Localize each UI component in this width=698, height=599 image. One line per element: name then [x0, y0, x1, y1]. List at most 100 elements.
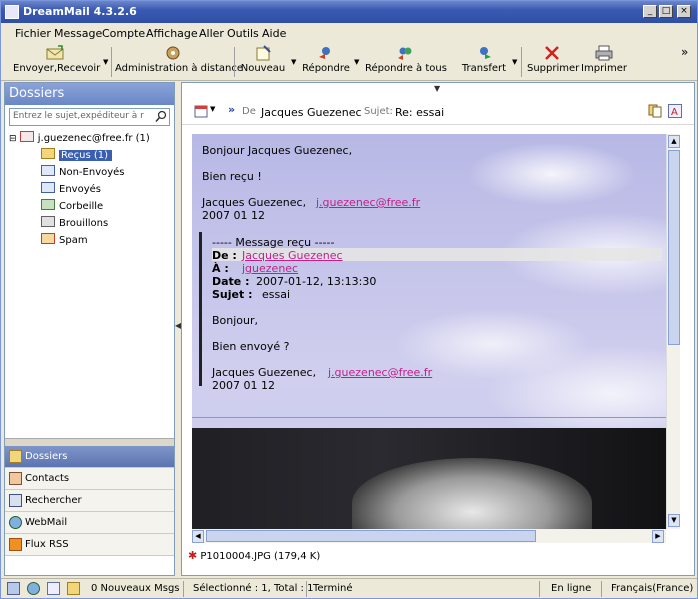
send-receive-icon [46, 45, 64, 60]
reply-all-icon [398, 47, 412, 60]
folders-panel: Dossiers Entrez le sujet,expéditeur à r … [4, 82, 175, 576]
new-message-icon [256, 45, 271, 61]
folder-trash[interactable]: Corbeille [41, 199, 103, 212]
scroll-left-button[interactable]: ◀ [192, 530, 204, 543]
menu-affichage[interactable]: Affichage [146, 27, 198, 40]
forward-dropdown[interactable]: ▼ [512, 58, 517, 66]
toolbar-separator [521, 47, 522, 77]
print-button[interactable]: Imprimer [581, 45, 627, 79]
menu-fichier[interactable]: Fichier [15, 27, 51, 40]
folder-icon [9, 450, 22, 463]
nav-search[interactable]: Rechercher [5, 490, 174, 512]
panel-splitter[interactable] [5, 438, 174, 446]
task-status: Terminé [313, 583, 353, 594]
folder-unsent[interactable]: Non-Envoyés [41, 165, 125, 178]
vertical-scroll-thumb[interactable] [668, 150, 680, 345]
reply-all-button[interactable]: Répondre à tous [365, 45, 447, 79]
message-divider [192, 417, 666, 418]
nav-folders[interactable]: Dossiers [5, 446, 174, 468]
new-message-dropdown[interactable]: ▼ [291, 58, 296, 66]
signature-name: Jacques Guezenec, [202, 196, 307, 209]
message-body: Bonjour Jacques Guezenec, Bien reçu ! Ja… [192, 134, 666, 539]
toolbar-overflow-button[interactable]: » [681, 45, 688, 59]
note-icon[interactable] [67, 582, 80, 595]
nav-webmail[interactable]: WebMail [5, 512, 174, 534]
quote-date: 2007-01-12, 13:13:30 [256, 275, 377, 288]
folder-inbox[interactable]: Reçus (1) [41, 148, 113, 161]
unsent-folder-icon [41, 165, 55, 176]
folder-drafts[interactable]: Brouillons [41, 216, 108, 229]
folder-search-input[interactable]: Entrez le sujet,expéditeur à r [9, 108, 170, 126]
embedded-photo[interactable] [192, 428, 666, 539]
from-label: De [242, 106, 256, 117]
remote-admin-button[interactable]: Administration à distance [115, 45, 243, 79]
folder-search-placeholder: Entrez le sujet,expéditeur à r [13, 111, 144, 121]
status-separator [601, 581, 602, 597]
reply-button[interactable]: Répondre [301, 45, 351, 79]
quote-subject: essai [262, 288, 291, 301]
send-receive-button[interactable]: Envoyer,Recevoir [13, 45, 100, 79]
signature-email-link[interactable]: j.guezenec@free.fr [316, 196, 420, 209]
selection-status: Sélectionné : 1, Total : 1 [193, 583, 314, 594]
menu-outils[interactable]: Outils [227, 27, 259, 40]
subject-value: Re: essai [395, 106, 445, 119]
maximize-button[interactable]: □ [659, 5, 673, 18]
scroll-down-button[interactable]: ▼ [668, 514, 680, 527]
svg-text:A: A [671, 107, 678, 118]
trash-icon [41, 199, 55, 210]
quote-greeting: Bonjour, [212, 314, 259, 327]
folder-spam[interactable]: Spam [41, 233, 88, 246]
subject-label: Sujet: [364, 106, 393, 117]
status-separator [183, 581, 184, 597]
inbox-folder-icon [41, 148, 55, 159]
globe-icon[interactable] [27, 582, 40, 595]
nav-contacts[interactable]: Contacts [5, 468, 174, 490]
collapse-toggle-icon[interactable]: ⊟ [9, 134, 17, 144]
scroll-right-button[interactable]: ▶ [652, 530, 664, 543]
font-icon[interactable] [47, 582, 60, 595]
quote-signature-email-link[interactable]: j.guezenec@free.fr [328, 366, 432, 379]
toolbar-separator [234, 47, 235, 77]
horizontal-scrollbar[interactable]: ◀ ▶ [192, 529, 666, 543]
delete-button[interactable]: Supprimer [527, 45, 579, 79]
scroll-up-button[interactable]: ▲ [668, 135, 680, 148]
photo-subject [352, 458, 592, 539]
horizontal-scroll-thumb[interactable] [206, 530, 536, 542]
nav-rss[interactable]: Flux RSS [5, 534, 174, 556]
title-bar[interactable]: DreamMail 4.3.2.6 _ □ × [1, 1, 697, 23]
menu-compte[interactable]: Compte [102, 27, 145, 40]
online-status: En ligne [551, 583, 592, 594]
close-button[interactable]: × [677, 5, 691, 18]
minimize-button[interactable]: _ [643, 5, 657, 18]
attachment-item[interactable]: ✱ P1010004.JPG (179,4 K) [188, 549, 320, 562]
reply-dropdown[interactable]: ▼ [354, 58, 359, 66]
font-icon[interactable]: A [668, 104, 682, 118]
language-status: Français(France) [611, 583, 694, 594]
search-icon[interactable] [155, 110, 167, 123]
send-receive-dropdown[interactable]: ▼ [103, 58, 108, 66]
quote-date-label: Date : [212, 275, 250, 288]
double-chevron-icon[interactable]: » [228, 103, 235, 116]
search-icon [9, 494, 22, 507]
account-node[interactable]: ⊟ j.guezenec@free.fr (1) [9, 131, 150, 144]
forward-button[interactable]: Transfert [459, 45, 509, 79]
menu-message[interactable]: Message [54, 27, 102, 40]
menu-aller[interactable]: Aller [199, 27, 224, 40]
expand-header-icon[interactable]: ▼ [434, 84, 440, 93]
calendar-icon[interactable] [194, 104, 208, 118]
copy-icon[interactable] [648, 104, 662, 118]
quote-from-link[interactable]: Jacques Guezenec [242, 249, 343, 262]
quote-signature-name: Jacques Guezenec, [212, 366, 317, 379]
vertical-scrollbar[interactable]: ▲ ▼ [666, 134, 680, 529]
menu-aide[interactable]: Aide [262, 27, 286, 40]
network-icon[interactable] [7, 582, 20, 595]
quote-from-row: De : Jacques Guezenec [212, 248, 662, 262]
calendar-dropdown[interactable]: ▼ [210, 105, 215, 113]
message-header: ▼ » De Jacques Guezenec Sujet: Re: essai… [182, 97, 694, 125]
quote-to-link[interactable]: jguezenec [242, 262, 298, 275]
folder-sent[interactable]: Envoyés [41, 182, 101, 195]
new-message-button[interactable]: Nouveau [239, 45, 287, 79]
status-separator [539, 581, 540, 597]
status-separator [306, 581, 307, 597]
greeting: Bonjour Jacques Guezenec, [202, 144, 353, 157]
